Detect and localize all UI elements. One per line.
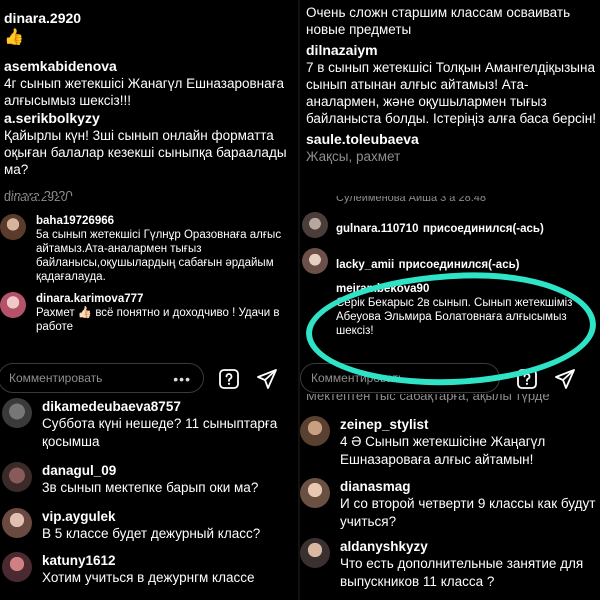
cut-off-username: dinara.2920	[4, 196, 68, 204]
comment-input-placeholder: Комментировать	[311, 371, 405, 385]
comment-username[interactable]: katuny1612	[42, 552, 296, 569]
comment-text: 👍	[4, 29, 24, 46]
cut-off-username: dinara.2920	[4, 188, 73, 196]
more-dots-icon[interactable]: •••	[173, 371, 191, 387]
comment: a.serikbolkyzy Қайырлы күн! 3ші сынып он…	[4, 110, 298, 178]
comment-text: 4 Ә Сынып жетекшісіне Жаңагүл Ешназарова…	[340, 434, 546, 467]
comment-username[interactable]: vip.aygulek	[42, 508, 296, 525]
comment: dianasmag И со второй четверти 9 классы …	[300, 478, 598, 531]
comment-text: 5а сынып жетекшісі Гүлнұр Оразовнаға алғ…	[36, 229, 282, 283]
panel-mid-right: Сулейменова Аиша 3 а 28.48 gulnara.11071…	[300, 196, 600, 362]
comment-text: Қайырлы күн! 3ші сынып онлайн форматта о…	[4, 128, 287, 177]
avatar[interactable]	[0, 214, 26, 240]
comment-text: 3в сынып мектепке барып оки ма?	[42, 480, 259, 495]
comment: zeinep_stylist 4 Ә Сынып жетекшісіне Жаң…	[300, 416, 598, 469]
comment-text: Жақсы, рахмет	[306, 149, 401, 164]
comment-input[interactable]: Комментировать •••	[300, 363, 500, 393]
panel-bottom-right: Мектептен тыс сабақтарға, ақылы түрде ze…	[300, 394, 600, 600]
avatar[interactable]	[0, 292, 26, 318]
comment-text: В 5 классе будет дежурный класс?	[42, 526, 261, 541]
comment: dikamedeubaeva8757 Суббота күні нешеде? …	[2, 398, 296, 451]
more-dots-icon[interactable]: •••	[469, 371, 487, 387]
comment: dinara.2920 👍	[4, 10, 81, 49]
comment: baha19726966 5а сынып жетекшісі Гүлнұр О…	[0, 214, 290, 284]
send-icon[interactable]	[554, 368, 576, 390]
comment-username[interactable]: dinara.2920	[4, 10, 81, 27]
comment-username[interactable]: asemkabidenova	[4, 58, 298, 75]
comment: dinara.karimova777 Рахмет 👍🏻 всё понятно…	[0, 292, 290, 334]
join-text: присоединился(-ась)	[398, 259, 520, 271]
comment: danagul_09 3в сынып мектепке барып оки м…	[2, 462, 296, 497]
comment-username[interactable]: danagul_09	[42, 462, 296, 479]
comment-text: 4г сынып жетекшісі Жанагүл Ешназаровнаға…	[4, 76, 285, 108]
comment-username[interactable]: lacky_amii	[336, 259, 394, 271]
comment-text: Хотим учиться в дежурнгм классе	[42, 570, 255, 585]
panel-bottom-left: dikamedeubaeva8757 Суббота күні нешеде? …	[0, 394, 298, 600]
comment: aldanyshkyzy Что есть дополнительные зан…	[300, 538, 598, 591]
avatar[interactable]	[300, 416, 330, 446]
comment-username[interactable]: baha19726966	[36, 214, 290, 228]
comment-text: И со второй четверти 9 классы как будут …	[340, 496, 596, 529]
comment-username[interactable]: dilnazaiym	[306, 42, 598, 59]
comment-input-placeholder: Комментировать	[9, 371, 103, 385]
comment: saule.toleubaeva Жақсы, рахмет	[306, 131, 419, 165]
comment-input[interactable]: Комментировать •••	[0, 363, 204, 393]
question-icon[interactable]	[516, 368, 538, 390]
comment-username[interactable]: dikamedeubaeva8757	[42, 398, 296, 415]
join-notice: lacky_amii присоединился(-ась)	[302, 248, 598, 274]
avatar[interactable]	[2, 398, 32, 428]
comment-username[interactable]: meirambekova90	[336, 282, 586, 296]
comment-text: Рахмет 👍🏻 всё понятно и доходчиво ! Удач…	[36, 307, 280, 333]
comment-username[interactable]: dianasmag	[340, 478, 598, 495]
comment-username[interactable]: saule.toleubaeva	[306, 131, 419, 148]
cut-off-text: Мектептен тыс сабақтарға, ақылы түрде	[306, 394, 550, 403]
join-text: присоединился(-ась)	[422, 223, 544, 235]
avatar[interactable]	[302, 212, 328, 238]
avatar[interactable]	[2, 508, 32, 538]
panel-top-right: Очень сложн старшим классам осваивать но…	[300, 0, 600, 196]
comment-text: Очень сложн старшим классам осваивать но…	[306, 5, 571, 37]
cut-off-text: Сулейменова Аиша 3 а 28.48	[336, 196, 487, 204]
question-icon[interactable]	[218, 368, 240, 390]
comment-text: 7 в сынып жетекшісі Толқын Амангелдіқызы…	[306, 60, 596, 126]
avatar[interactable]	[302, 248, 328, 274]
comment-username[interactable]: a.serikbolkyzy	[4, 110, 298, 127]
comment: vip.aygulek В 5 классе будет дежурный кл…	[2, 508, 296, 543]
panel-top-left: dinara.2920 👍 asemkabidenova 4г сынып же…	[0, 0, 298, 196]
comment: katuny1612 Хотим учиться в дежурнгм клас…	[2, 552, 296, 587]
comment-text: Серік Бекарыс 2в сынып. Сынып жетекшіміз…	[336, 297, 573, 337]
avatar[interactable]	[300, 538, 330, 568]
comment-username[interactable]: gulnara.110710	[336, 223, 418, 235]
avatar[interactable]	[2, 462, 32, 492]
panel-mid-left: dinara.2920 baha19726966 5а сынып жетекш…	[0, 196, 298, 362]
comment-username[interactable]: dinara.karimova777	[36, 292, 290, 306]
highlighted-comment: meirambekova90 Серік Бекарыс 2в сынып. С…	[336, 282, 586, 338]
send-icon[interactable]	[256, 368, 278, 390]
comment: dilnazaiym 7 в сынып жетекшісі Толқын Ам…	[306, 42, 598, 127]
avatar[interactable]	[300, 478, 330, 508]
comment-username[interactable]: aldanyshkyzy	[340, 538, 598, 555]
comment: asemkabidenova 4г сынып жетекшісі Жанагү…	[4, 58, 298, 109]
comment-text: Суббота күні нешеде? 11 сыныптарға қосым…	[42, 416, 278, 449]
comment-text: Что есть дополнительные занятие для выпу…	[340, 556, 584, 589]
comment-username[interactable]: zeinep_stylist	[340, 416, 598, 433]
join-notice: gulnara.110710 присоединился(-ась)	[302, 212, 598, 238]
avatar[interactable]	[2, 552, 32, 582]
